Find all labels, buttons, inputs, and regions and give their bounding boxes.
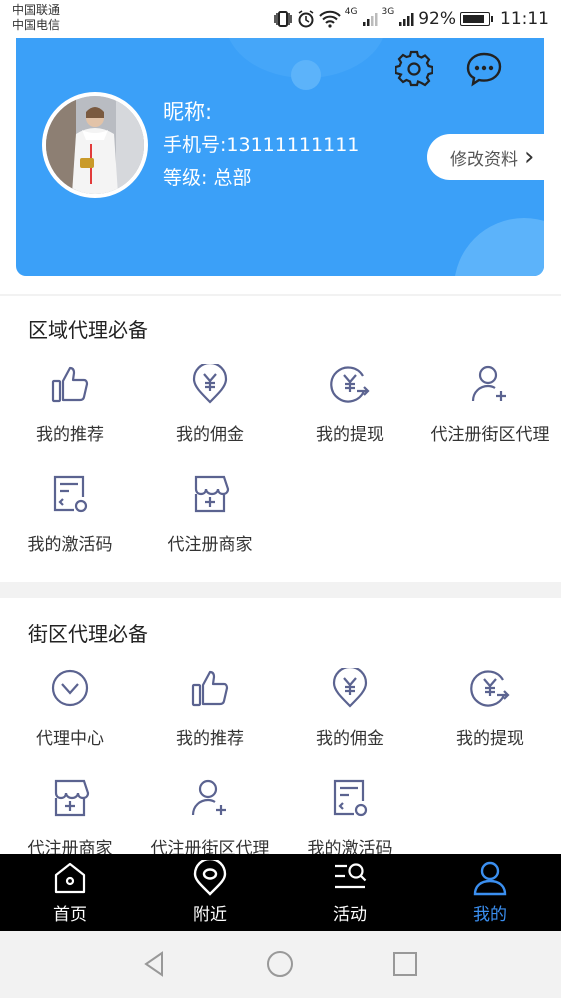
tab-home[interactable]: 首页 (0, 854, 140, 931)
yuan-pin-icon (332, 668, 368, 708)
tab-label: 附近 (193, 905, 227, 925)
store-add-icon (194, 475, 230, 513)
battery-fill (463, 15, 485, 23)
status-icons: 4G 3G 92% 11:11 (273, 6, 549, 32)
chevron-right-icon: › (524, 142, 535, 172)
card-decoration (454, 218, 544, 276)
tile-activation-code[interactable]: 我的激活码 (280, 778, 420, 854)
avatar-person-image (46, 96, 144, 194)
carrier-1: 中国联通 (12, 3, 61, 17)
add-user-icon (471, 365, 506, 402)
thumbs-up-icon (191, 670, 229, 707)
tile-register-street-agent[interactable]: 代注册街区代理 (140, 778, 280, 854)
clock: 11:11 (500, 9, 549, 29)
recents-square-icon[interactable] (390, 949, 420, 979)
home-icon (54, 862, 86, 894)
tile-label: 代理中心 (36, 729, 104, 749)
edit-profile-label: 修改资料 (450, 149, 518, 170)
tile-label: 我的提现 (456, 729, 524, 749)
regional-agent-section: 区域代理必备 我的推荐 我的佣金 我的提现 代注册街区代理 我的激活码 代注册商… (0, 296, 561, 582)
tile-label: 代注册商家 (27, 839, 113, 854)
tab-label: 活动 (333, 905, 367, 925)
agent-center-icon (51, 669, 89, 707)
tile-register-merchant[interactable]: 代注册商家 (140, 474, 280, 574)
tile-label: 我的推荐 (176, 729, 244, 749)
thumbs-up-icon (51, 366, 89, 403)
avatar-photo (46, 96, 144, 194)
system-navigation-bar (0, 931, 561, 998)
back-icon[interactable] (140, 949, 170, 979)
tile-label: 代注册商家 (167, 535, 253, 555)
tile-label: 我的激活码 (27, 535, 113, 555)
activation-code-icon (53, 475, 88, 513)
tile-activation-code[interactable]: 我的激活码 (0, 474, 140, 574)
tile-label: 我的提现 (316, 425, 384, 445)
withdraw-icon (330, 366, 370, 403)
phone-number: 手机号:13111111111 (163, 134, 360, 156)
street-agent-section: 街区代理必备 代理中心 我的推荐 我的佣金 我的提现 代注册商家 代注册街区代理… (0, 598, 561, 854)
home-circle-icon[interactable] (265, 949, 295, 979)
tile-label: 我的佣金 (176, 425, 244, 445)
add-user-icon (191, 779, 226, 816)
tile-agent-center[interactable]: 代理中心 (0, 668, 140, 768)
yuan-pin-icon (192, 364, 228, 404)
tab-label: 首页 (53, 905, 87, 925)
profile-card: 昵称: 手机号:13111111111 等级: 总部 修改资料 › (16, 38, 544, 276)
user-icon (473, 861, 507, 896)
tab-nearby[interactable]: 附近 (140, 854, 280, 931)
avatar[interactable] (42, 92, 148, 198)
tile-my-withdraw[interactable]: 我的提现 (420, 668, 560, 768)
section-title: 区域代理必备 (28, 318, 148, 342)
signal-icon-2 (399, 13, 414, 26)
tab-activity[interactable]: 活动 (280, 854, 420, 931)
activity-search-icon (335, 863, 367, 889)
battery-percent: 92% (418, 9, 456, 29)
tile-my-commission[interactable]: 我的佣金 (140, 364, 280, 464)
card-decoration (291, 60, 321, 90)
section-title: 街区代理必备 (28, 622, 148, 646)
tile-label: 代注册街区代理 (150, 839, 270, 854)
carrier-2: 中国电信 (12, 18, 61, 32)
settings-gear-icon[interactable] (395, 50, 433, 88)
battery-icon (460, 12, 493, 26)
status-bar: 中国联通 中国电信 4G 3G 92% 11:11 (0, 0, 561, 38)
network-type-2: 3G (381, 7, 395, 17)
tile-my-recommend[interactable]: 我的推荐 (140, 668, 280, 768)
tile-label: 我的佣金 (316, 729, 384, 749)
location-icon (193, 860, 227, 896)
tile-label: 代注册街区代理 (430, 425, 550, 445)
alarm-icon (298, 10, 314, 28)
member-level: 等级: 总部 (163, 167, 252, 189)
tile-label: 我的激活码 (307, 839, 393, 854)
edit-profile-button[interactable]: 修改资料 › (427, 134, 544, 180)
activation-code-icon (333, 779, 368, 817)
signal-icon-1 (362, 13, 377, 26)
wifi-icon (319, 10, 341, 28)
withdraw-icon (470, 670, 510, 707)
bottom-tab-bar: 首页 附近 活动 我的 (0, 854, 561, 931)
tile-label: 我的推荐 (36, 425, 104, 445)
store-add-icon (54, 779, 90, 817)
tab-label: 我的 (473, 905, 507, 925)
vibrate-icon (274, 11, 292, 27)
carrier-info: 中国联通 中国电信 (12, 3, 60, 33)
tile-my-recommend[interactable]: 我的推荐 (0, 364, 140, 464)
network-type-1: 4G (344, 7, 358, 17)
tab-mine[interactable]: 我的 (420, 854, 560, 931)
tile-register-street-agent[interactable]: 代注册街区代理 (420, 364, 560, 464)
profile-page: 中国联通 中国电信 4G 3G 92% 11:11 昵称: 手机号:131111… (0, 0, 561, 998)
tile-my-withdraw[interactable]: 我的提现 (280, 364, 420, 464)
profile-card-area: 昵称: 手机号:13111111111 等级: 总部 修改资料 › (0, 38, 561, 294)
tile-my-commission[interactable]: 我的佣金 (280, 668, 420, 768)
message-icon[interactable] (465, 50, 503, 88)
tile-register-merchant[interactable]: 代注册商家 (0, 778, 140, 854)
nickname: 昵称: (163, 100, 213, 124)
